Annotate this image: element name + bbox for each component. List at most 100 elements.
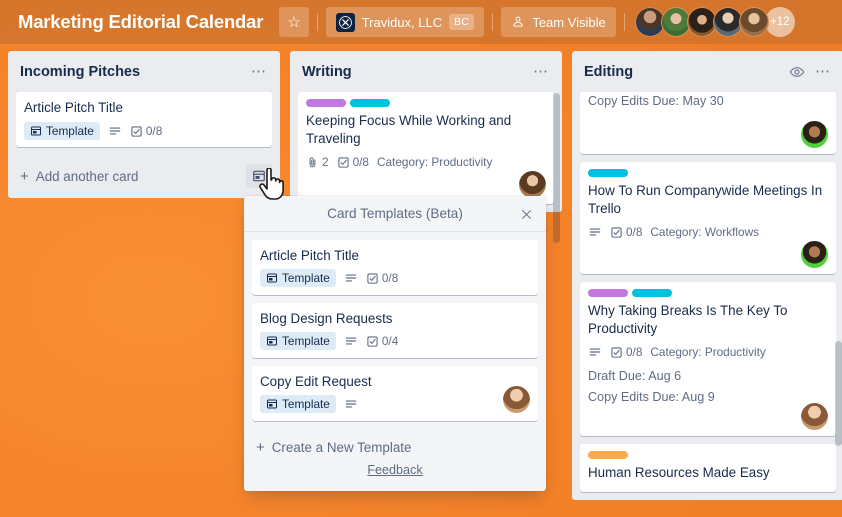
card-badges: Template 0/8 <box>24 121 264 141</box>
list-title[interactable]: Incoming Pitches <box>20 64 246 80</box>
checklist-count: 0/8 <box>145 124 163 138</box>
description-icon <box>588 345 602 359</box>
template-badge-label: Template <box>282 397 330 411</box>
template-card-badges: Template 0/8 <box>260 268 530 288</box>
popover-header: Card Templates (Beta) <box>244 196 546 232</box>
card-labels[interactable] <box>306 99 546 107</box>
avatar-overflow-badge[interactable]: +12 <box>764 7 795 37</box>
card[interactable]: Human Resources Made Easy <box>580 444 836 492</box>
attachment-count: 2 <box>322 155 329 169</box>
template-card-title: Copy Edit Request <box>260 374 372 389</box>
star-button[interactable]: ☆ <box>279 7 309 37</box>
list-cards: Article Pitch Title Template 0/8 <box>8 92 280 155</box>
template-card-title: Blog Design Requests <box>260 311 393 326</box>
card-avatar-spacer <box>588 404 828 430</box>
label-cyan[interactable] <box>588 169 628 177</box>
eye-icon[interactable] <box>784 61 810 83</box>
checklist-count: 0/8 <box>352 155 369 169</box>
card-title: Article Pitch Title <box>24 100 123 115</box>
feedback-link[interactable]: Feedback <box>252 463 538 483</box>
card[interactable]: How To Run Companywide Meetings In Trell… <box>580 162 836 274</box>
label-purple[interactable] <box>588 289 628 297</box>
template-card-badges: Template 0/4 <box>260 331 530 351</box>
template-member-avatar[interactable] <box>503 386 530 413</box>
card-member-avatar[interactable] <box>801 241 828 268</box>
card-avatar-spacer <box>588 242 828 268</box>
list-scrollbar[interactable] <box>553 93 560 243</box>
label-orange[interactable] <box>588 451 628 459</box>
checklist-count: 0/8 <box>626 225 643 239</box>
card[interactable]: Article Pitch Title Template 0/8 <box>16 92 272 147</box>
visibility-button[interactable]: Team Visible <box>501 7 616 37</box>
template-badge: Template <box>260 269 336 287</box>
list-header: Editing ⋯ <box>572 51 842 92</box>
card-title: Human Resources Made Easy <box>588 465 770 480</box>
star-icon: ☆ <box>287 13 301 31</box>
avatar[interactable] <box>738 7 769 37</box>
header-divider-2 <box>492 13 494 31</box>
card-member-avatar[interactable] <box>519 171 546 198</box>
template-card[interactable]: Blog Design Requests Template 0/4 <box>252 303 538 358</box>
card-template-button[interactable] <box>246 164 272 188</box>
card[interactable]: Why Taking Breaks Is The Key To Producti… <box>580 282 836 436</box>
card-labels[interactable] <box>588 451 828 459</box>
list-title[interactable]: Editing <box>584 64 784 80</box>
description-icon <box>344 397 358 411</box>
card-labels[interactable] <box>588 169 828 177</box>
list-title[interactable]: Writing <box>302 64 528 80</box>
card-template-icon <box>30 125 42 137</box>
card[interactable]: Keeping Focus While Working and Travelin… <box>298 92 554 204</box>
attachment-badge: 2 <box>306 155 329 169</box>
template-badge: Template <box>260 332 336 350</box>
card-date-line: Copy Edits Due: May 30 <box>588 94 724 108</box>
list-cards: Keeping Focus While Working and Travelin… <box>290 92 562 212</box>
ellipsis-icon[interactable]: ⋯ <box>246 61 272 83</box>
team-name: Travidux, LLC <box>361 14 443 30</box>
card-title: How To Run Companywide Meetings In Trell… <box>588 183 823 216</box>
checklist-count: 0/8 <box>626 345 643 359</box>
checklist-badge: 0/8 <box>610 225 642 239</box>
description-icon <box>344 334 358 348</box>
card-badges: 0/8 Category: Productivity <box>588 342 828 362</box>
close-icon[interactable] <box>516 204 536 224</box>
list-cards: Copy Edits Due: May 30 How To Run Compan… <box>572 92 842 500</box>
member-avatar-stack[interactable]: +12 <box>634 7 795 37</box>
card-templates-popover: Card Templates (Beta) Article Pitch Titl… <box>244 196 546 491</box>
label-cyan[interactable] <box>350 99 390 107</box>
checklist-badge: 0/4 <box>366 334 398 348</box>
add-another-card-button[interactable]: + Add another card <box>20 169 246 184</box>
template-badge: Template <box>260 395 336 413</box>
ellipsis-icon[interactable]: ⋯ <box>810 61 836 83</box>
template-badge-label: Template <box>282 334 330 348</box>
template-card-title: Article Pitch Title <box>260 248 359 263</box>
plus-icon: + <box>20 167 29 185</box>
list-incoming-pitches: Incoming Pitches ⋯ Article Pitch Title T… <box>8 51 280 198</box>
card-member-avatar[interactable] <box>801 121 828 148</box>
card-labels[interactable] <box>588 289 828 297</box>
create-template-label: Create a New Template <box>271 440 412 455</box>
card-member-avatar[interactable] <box>801 403 828 430</box>
add-card-label: Add another card <box>35 168 139 184</box>
list-scrollbar[interactable] <box>835 341 842 446</box>
description-icon <box>588 225 602 239</box>
atlassian-x-icon <box>335 12 355 32</box>
template-card[interactable]: Article Pitch Title Template 0/8 <box>252 240 538 295</box>
add-card-row: + Add another card <box>8 155 280 198</box>
team-button[interactable]: Travidux, LLC BC <box>325 7 485 37</box>
card[interactable]: Copy Edits Due: May 30 <box>580 92 836 154</box>
card-badges: 0/8 Category: Workflows <box>588 222 828 242</box>
checklist-badge: 0/8 <box>366 271 398 285</box>
template-badge: Template <box>24 122 100 140</box>
label-cyan[interactable] <box>632 289 672 297</box>
label-purple[interactable] <box>306 99 346 107</box>
create-new-template-button[interactable]: + Create a New Template <box>252 433 538 463</box>
list-editing: Editing ⋯ Copy Edits Due: May 30 How To … <box>572 51 842 500</box>
template-card[interactable]: Copy Edit Request Template <box>252 366 538 421</box>
card-template-icon <box>266 398 278 410</box>
card-template-icon <box>266 335 278 347</box>
ellipsis-icon[interactable]: ⋯ <box>528 61 554 83</box>
page-title: Marketing Editorial Calendar <box>18 11 264 32</box>
category-badge: Category: Workflows <box>650 225 760 239</box>
description-icon <box>344 271 358 285</box>
card-title: Keeping Focus While Working and Travelin… <box>306 113 512 146</box>
